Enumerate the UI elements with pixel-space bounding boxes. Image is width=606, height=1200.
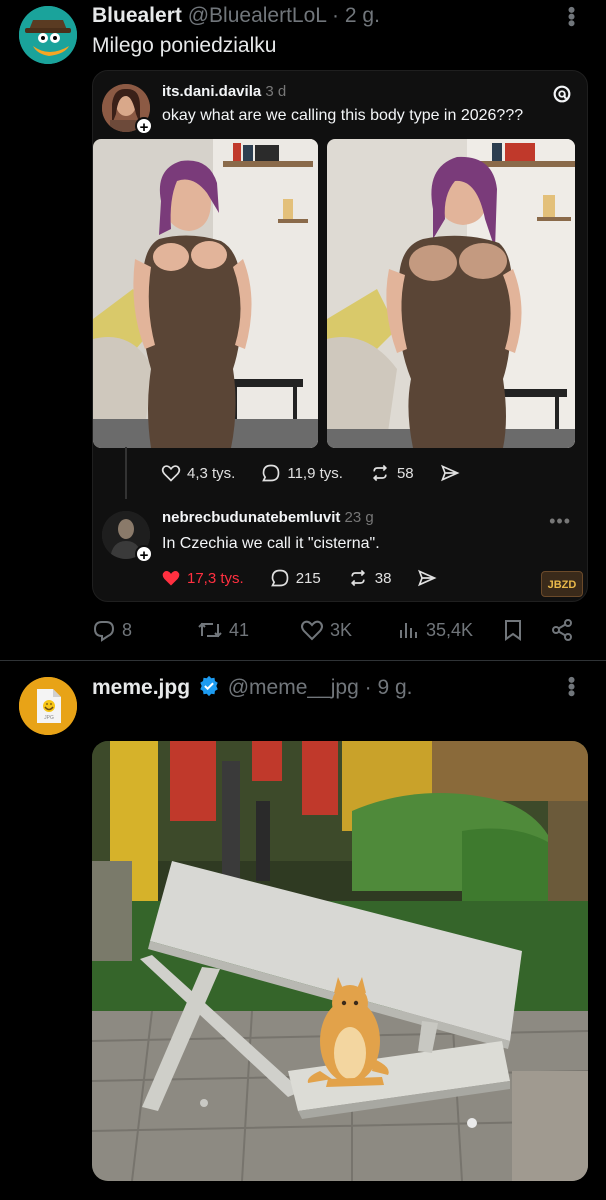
- comment-icon: [93, 621, 115, 642]
- reply-username: nebrecbudunatebemluvit: [162, 509, 341, 526]
- tweet-header: Bluealert @BluealertLoL · 2 g.: [92, 4, 380, 28]
- reply-button[interactable]: 8: [92, 618, 132, 642]
- reply-more-icon[interactable]: •••: [549, 511, 571, 532]
- bookmark-button[interactable]: [502, 618, 530, 642]
- reply-count: 8: [122, 619, 133, 640]
- quoted-like-button[interactable]: 4,3 tys.: [161, 463, 235, 483]
- share-icon: [552, 619, 572, 641]
- meme-image-cat-bench[interactable]: [92, 741, 588, 1181]
- author-avatar[interactable]: [19, 6, 77, 64]
- follow-plus-icon[interactable]: +: [135, 117, 153, 136]
- views-count: 35,4K: [426, 619, 474, 640]
- photo-right: [327, 139, 575, 448]
- like-count: 3K: [330, 619, 353, 640]
- timestamp-2[interactable]: 9 g.: [377, 676, 412, 699]
- tweet-header-2: meme.jpg @meme__jpg · 9 g.: [92, 675, 412, 700]
- author-avatar-memejpg[interactable]: JPG: [19, 677, 77, 735]
- views-chart-icon: [400, 623, 417, 638]
- heart-filled-icon: [162, 571, 180, 586]
- separator-2: ·: [364, 676, 372, 699]
- author-name-2[interactable]: meme.jpg: [92, 676, 190, 699]
- tweet-text: Milego poniedzialku: [92, 34, 277, 57]
- file-label: JPG: [44, 715, 54, 721]
- verified-badge-icon: [200, 675, 218, 697]
- reply-share-button[interactable]: [417, 568, 443, 588]
- quoted-like-count: 4,3 tys.: [187, 464, 236, 482]
- heart-icon: [301, 620, 323, 641]
- reply-time: 23 g: [344, 509, 374, 526]
- views-button[interactable]: 35,4K: [398, 618, 473, 642]
- quoted-post-actions: 4,3 tys. 11,9 tys. 58: [161, 463, 492, 483]
- reply-header: nebrecbudunatebemluvit 23 g: [162, 509, 374, 526]
- retweet-button[interactable]: 41: [197, 618, 249, 642]
- reply-repost-button[interactable]: 38: [347, 568, 392, 588]
- bookmark-icon: [505, 620, 521, 641]
- repost-icon: [372, 464, 387, 482]
- retweet-icon: [198, 622, 222, 638]
- reply-follow-plus-icon[interactable]: +: [135, 545, 153, 564]
- perry-platypus-avatar-icon: [19, 6, 77, 64]
- reply-actions: 17,3 tys. 215 38: [161, 568, 469, 588]
- author-handle[interactable]: @BluealertLoL: [188, 4, 326, 27]
- thread-line: [125, 447, 127, 499]
- quoted-username: its.dani.davila: [162, 83, 262, 100]
- quoted-time: 3 d: [265, 83, 287, 100]
- more-options-icon[interactable]: •••: [558, 6, 584, 26]
- reply-like-button[interactable]: 17,3 tys.: [161, 568, 244, 588]
- reply-reply-button[interactable]: 215: [270, 568, 321, 588]
- quoted-text: okay what are we calling this body type …: [162, 107, 524, 124]
- author-handle-2[interactable]: @meme__jpg: [228, 676, 359, 699]
- jpg-file-icon: JPG: [19, 677, 77, 735]
- quoted-share-button[interactable]: [440, 463, 466, 483]
- author-name[interactable]: Bluealert: [92, 4, 182, 27]
- share-button[interactable]: [550, 618, 580, 642]
- like-button[interactable]: 3K: [300, 618, 352, 642]
- comment-icon: [270, 569, 289, 587]
- retweet-count: 41: [229, 619, 250, 640]
- reply-repost-count: 38: [374, 569, 392, 587]
- tweet-1: Bluealert @BluealertLoL · 2 g. ••• Mileg…: [0, 0, 606, 660]
- quoted-repost-button[interactable]: 58: [369, 463, 414, 483]
- timestamp[interactable]: 2 g.: [345, 4, 380, 27]
- heart-icon: [161, 465, 181, 482]
- quoted-reply-button[interactable]: 11,9 tys.: [261, 463, 343, 483]
- photo-left: [93, 139, 318, 448]
- more-options-icon-2[interactable]: •••: [558, 676, 584, 696]
- reply-reply-count: 215: [295, 569, 321, 587]
- threads-logo-icon: [553, 85, 571, 103]
- quoted-repost-count: 58: [396, 464, 414, 482]
- separator: ·: [332, 4, 340, 27]
- quoted-user-header: its.dani.davila 3 d: [162, 83, 286, 100]
- repost-icon: [350, 569, 365, 587]
- quoted-reply-count: 11,9 tys.: [287, 464, 343, 482]
- tweet-action-bar: 8 41 3K 35,4K: [92, 618, 588, 646]
- send-icon: [440, 464, 460, 482]
- reply-text: In Czechia we call it "cisterna".: [162, 535, 380, 552]
- embedded-threads-screenshot[interactable]: + its.dani.davila 3 d okay what are we c…: [92, 70, 588, 602]
- tweet-divider: [0, 660, 606, 661]
- comment-icon: [262, 464, 280, 482]
- reply-like-count: 17,3 tys.: [187, 569, 244, 587]
- send-icon: [418, 569, 437, 587]
- watermark-logo: JBZD: [541, 571, 583, 597]
